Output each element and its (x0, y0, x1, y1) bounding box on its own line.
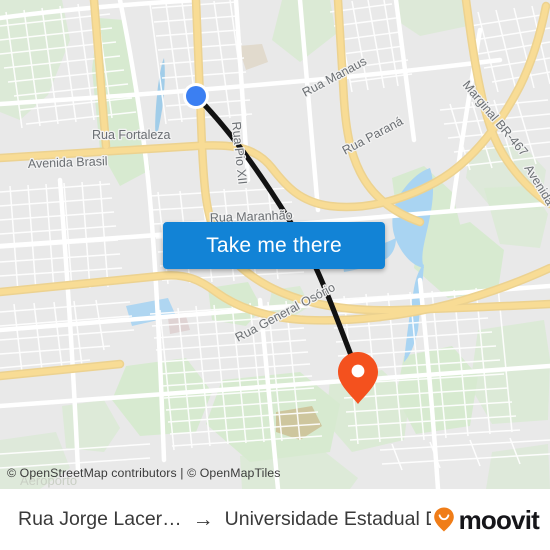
moovit-trip-preview: Rua Fortaleza Avenida Brasil Rua Pio XII… (0, 0, 550, 550)
map-attribution: © OpenStreetMap contributors | © OpenMap… (7, 466, 281, 480)
moovit-wordmark: moovit (458, 504, 540, 535)
moovit-pin-icon (433, 507, 454, 532)
trip-footer: Rua Jorge Lacer… → Universidade Estadual… (0, 489, 550, 550)
trip-destination-label: Universidade Estadual Do Oest… (224, 508, 431, 530)
arrow-right-icon: → (192, 508, 214, 531)
label-rua-fortaleza: Rua Fortaleza (92, 128, 171, 142)
origin-marker[interactable] (183, 83, 209, 109)
trip-origin-label: Rua Jorge Lacer… (18, 508, 182, 530)
moovit-logo[interactable]: moovit (431, 504, 540, 535)
take-me-there-button[interactable]: Take me there (163, 222, 385, 269)
footer-route-summary: Rua Jorge Lacer… → Universidade Estadual… (18, 508, 431, 531)
label-avenida-brasil: Avenida Brasil (28, 154, 108, 171)
